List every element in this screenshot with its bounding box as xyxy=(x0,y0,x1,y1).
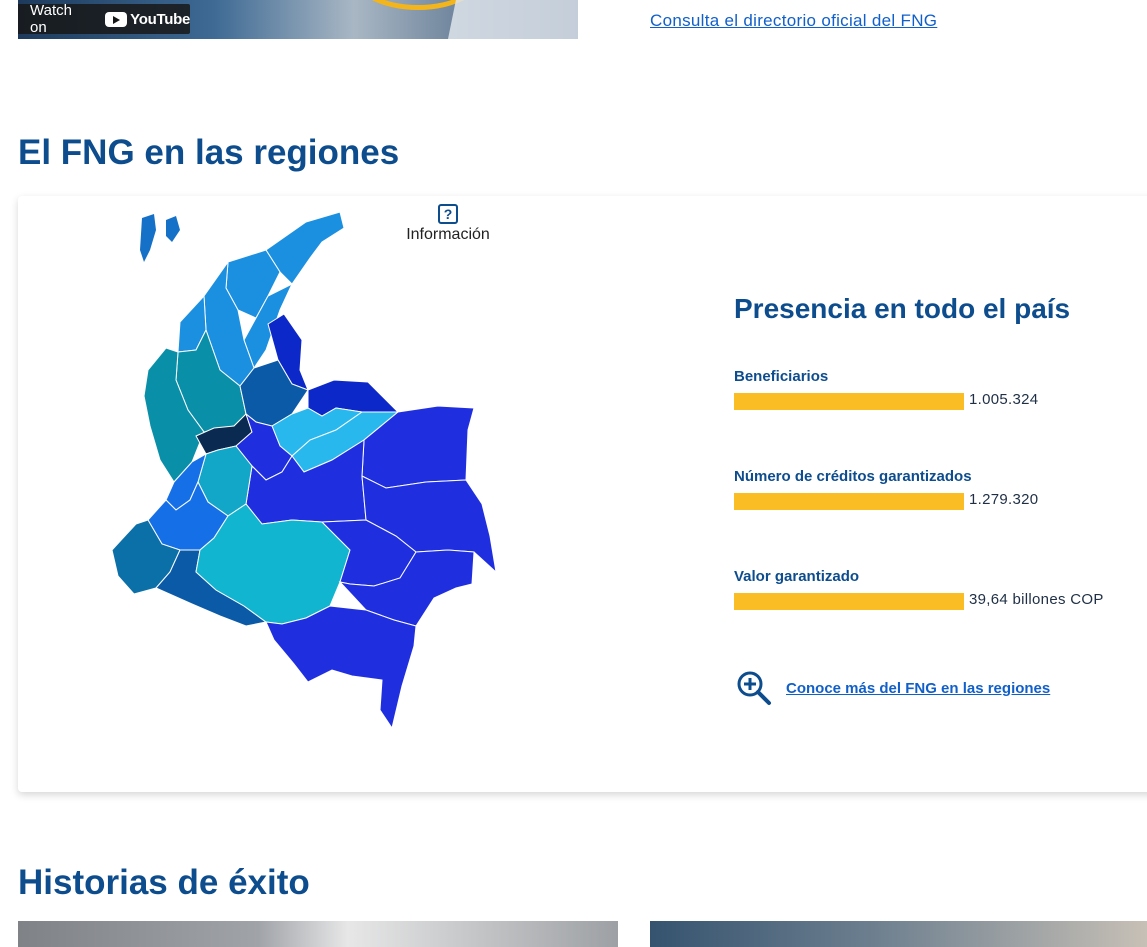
info-button[interactable]: ? Información xyxy=(398,204,498,244)
story-card-image[interactable] xyxy=(650,921,1147,947)
region-san-andres[interactable] xyxy=(140,214,156,262)
regions-more-link[interactable]: Conoce más del FNG en las regiones xyxy=(736,670,1050,706)
story-card-image[interactable] xyxy=(18,921,618,947)
video-player[interactable]: Watch on YouTube xyxy=(18,0,578,39)
page: Watch on YouTube Consulta el directorio … xyxy=(0,0,1147,947)
stat-guaranteed-value: Valor garantizado 39,64 billones COP xyxy=(734,568,1104,610)
region-amazonas[interactable] xyxy=(265,605,417,730)
stat-credits: Número de créditos garantizados 1.279.32… xyxy=(734,468,1038,510)
youtube-label: YouTube xyxy=(130,10,190,28)
youtube-play-icon xyxy=(105,11,128,27)
info-label: Información xyxy=(406,226,490,243)
stat-label: Beneficiarios xyxy=(734,368,829,385)
help-square-icon: ? xyxy=(438,204,458,224)
youtube-logo: YouTube xyxy=(105,11,190,28)
stat-beneficiaries: Beneficiarios 1.005.324 xyxy=(734,368,1038,410)
video-thumbnail-person xyxy=(448,0,578,39)
regions-more-label: Conoce más del FNG en las regiones xyxy=(786,679,1051,697)
stories-title: Historias de éxito xyxy=(18,863,310,902)
stat-bar xyxy=(734,593,964,610)
regions-card: ? Información Presencia en todo el país … xyxy=(18,196,1147,792)
stat-value: 39,64 billones COP xyxy=(969,590,1104,608)
stat-label: Número de créditos garantizados xyxy=(734,468,972,485)
directory-link[interactable]: Consulta el directorio oficial del FNG xyxy=(650,11,937,31)
watch-on-youtube-button[interactable]: Watch on YouTube xyxy=(18,2,190,36)
stat-bar xyxy=(734,393,964,410)
stat-label: Valor garantizado xyxy=(734,568,860,585)
colombia-map[interactable] xyxy=(96,200,496,745)
stat-value: 1.279.320 xyxy=(969,490,1039,508)
region-providencia[interactable] xyxy=(166,216,180,242)
zoom-in-icon xyxy=(737,671,771,705)
presence-title: Presencia en todo el país xyxy=(734,293,1071,324)
watch-on-label: Watch on xyxy=(30,2,72,36)
stat-value: 1.005.324 xyxy=(969,390,1039,408)
stat-bar xyxy=(734,493,964,510)
regions-title: El FNG en las regiones xyxy=(18,133,400,172)
